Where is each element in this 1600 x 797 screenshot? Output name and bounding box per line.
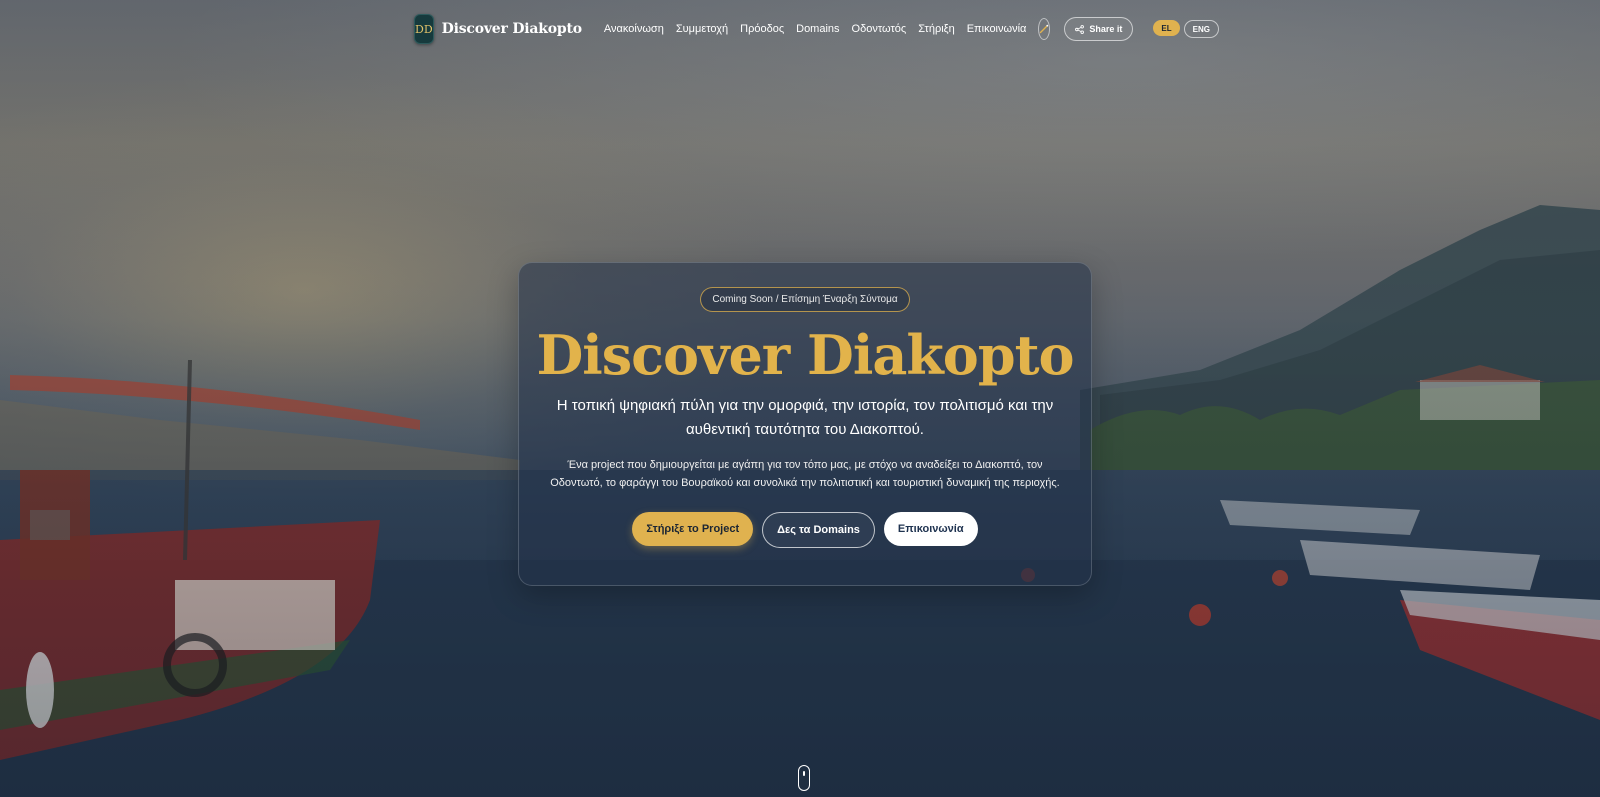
hero-title: Discover Diakopto	[536, 323, 1074, 387]
hero-card: Coming Soon / Επίσημη Έναρξη Σύντομα Dis…	[518, 262, 1092, 586]
coming-soon-badge: Coming Soon / Επίσημη Έναρξη Σύντομα	[700, 287, 910, 312]
hero-subtitle: Η τοπική ψηφιακή πύλη για την ομορφιά, τ…	[556, 397, 1054, 438]
nav-item-rack-railway[interactable]: Οδοντωτός	[852, 23, 907, 35]
share-icon	[1075, 24, 1085, 34]
brand-name[interactable]: Discover Diakopto	[442, 21, 582, 37]
scroll-mouse-icon	[803, 771, 805, 776]
scroll-down-indicator[interactable]	[798, 765, 810, 791]
share-button[interactable]: Share it	[1064, 17, 1134, 41]
nav-item-progress[interactable]: Πρόοδος	[740, 23, 784, 35]
nav-item-participation[interactable]: Συμμετοχή	[676, 23, 728, 35]
support-project-button[interactable]: Στήριξε το Project	[632, 512, 754, 546]
logo-monogram: DD	[415, 22, 433, 36]
magic-wand-icon	[1040, 24, 1049, 34]
top-navbar: DD Discover Diakopto Ανακοίνωση Συμμετοχ…	[414, 14, 1219, 44]
nav-item-support[interactable]: Στήριξη	[918, 23, 954, 35]
share-label: Share it	[1089, 24, 1123, 34]
hero-description: Ένα project που δημιουργείται με αγάπη γ…	[550, 459, 1060, 489]
theme-toggle-button[interactable]	[1038, 18, 1051, 40]
nav-item-announcement[interactable]: Ανακοίνωση	[604, 23, 664, 35]
lang-en-button[interactable]: ENG	[1183, 20, 1219, 38]
hero-section: DD Discover Diakopto Ανακοίνωση Συμμετοχ…	[0, 0, 1600, 797]
language-switcher: EL ENG	[1153, 20, 1219, 38]
main-menu: Ανακοίνωση Συμμετοχή Πρόοδος Domains Οδο…	[604, 23, 1039, 35]
nav-item-contact[interactable]: Επικοινωνία	[967, 23, 1027, 35]
lang-el-button[interactable]: EL	[1153, 20, 1180, 36]
site-logo[interactable]: DD	[414, 14, 434, 44]
hero-actions: Στήριξε το Project Δες τα Domains Επικοι…	[519, 512, 1091, 548]
view-domains-button[interactable]: Δες τα Domains	[762, 512, 875, 548]
contact-button[interactable]: Επικοινωνία	[883, 512, 978, 546]
nav-item-domains[interactable]: Domains	[796, 23, 839, 35]
